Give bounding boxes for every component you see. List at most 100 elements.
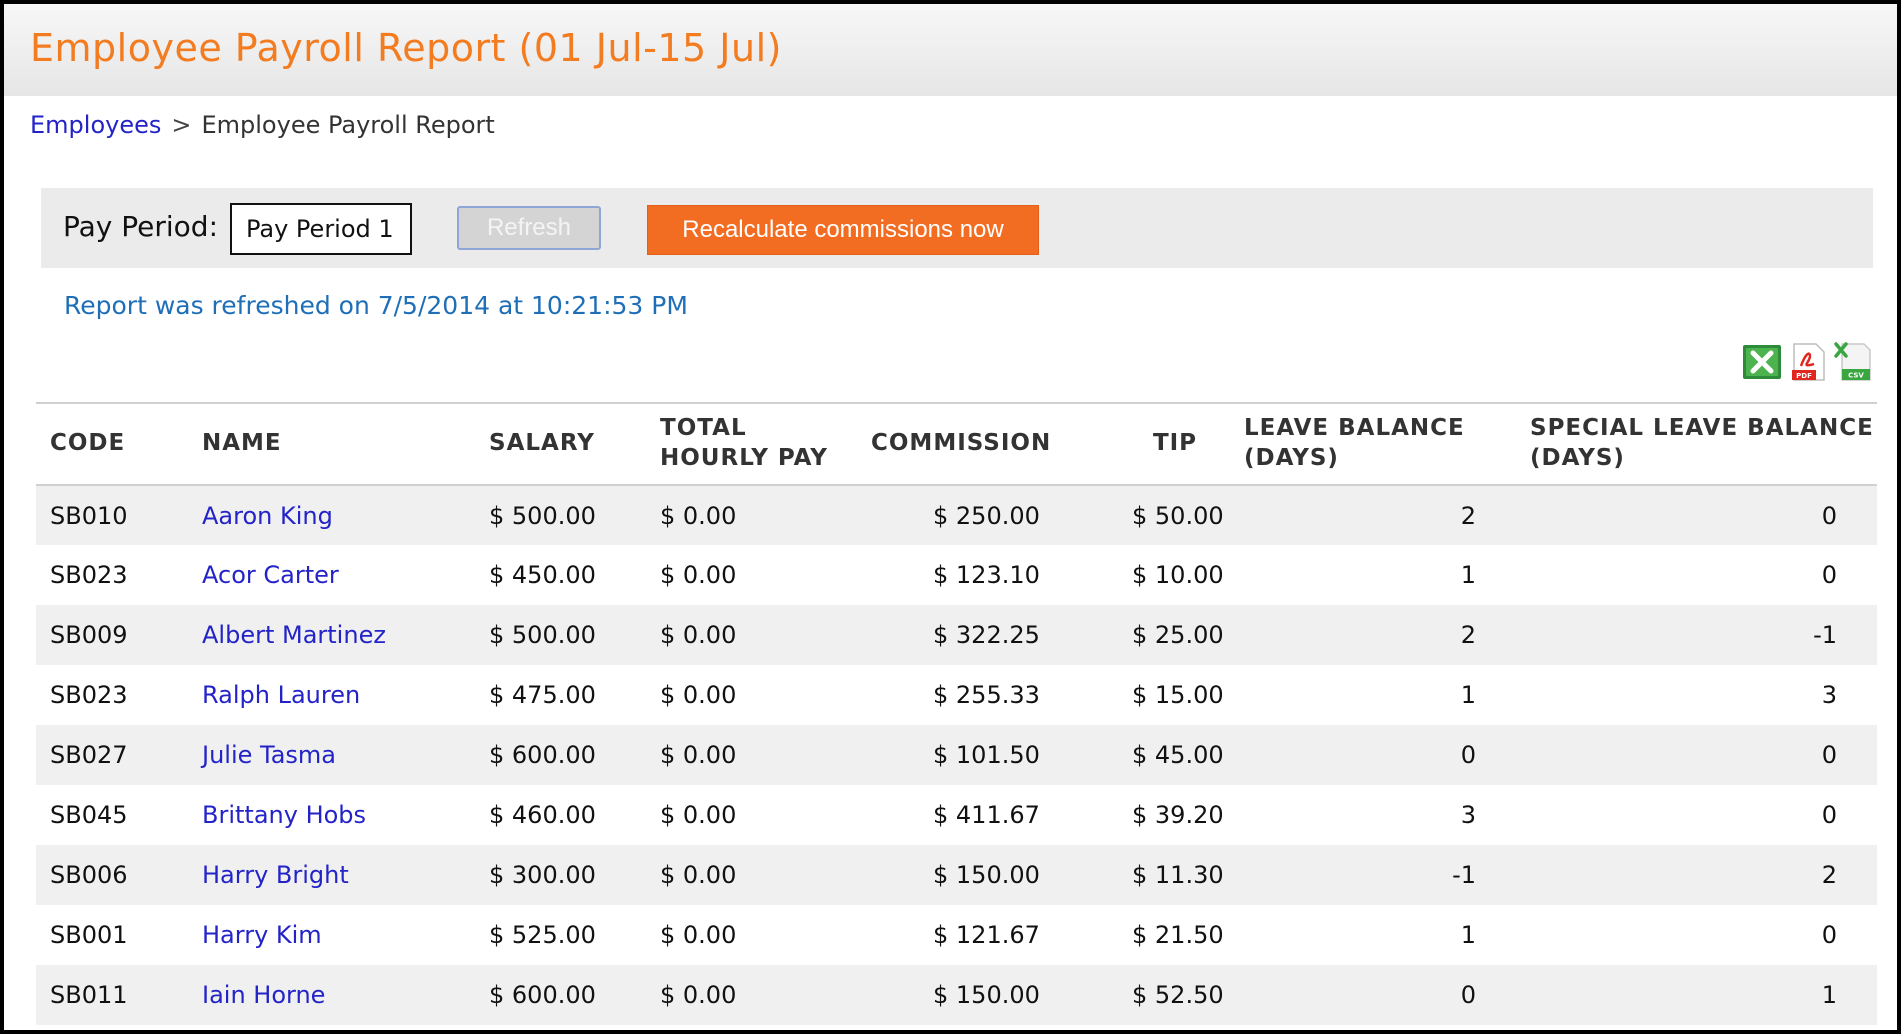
breadcrumb-separator: >: [171, 111, 192, 139]
header-special-leave-balance[interactable]: SPECIAL LEAVE BALANCE (DAYS): [1516, 403, 1877, 485]
cell-salary: $ 475.00: [489, 681, 596, 709]
cell-code: SB023: [50, 681, 128, 709]
cell-commission: $ 150.00: [933, 861, 1040, 889]
table-row: SB006 Harry Bright $ 300.00 $ 0.00 $ 150…: [36, 845, 1877, 905]
cell-hourly: $ 0.00: [660, 621, 737, 649]
header-commission[interactable]: COMMISSION: [857, 403, 1106, 485]
cell-code: SB006: [50, 861, 128, 889]
cell-leave-balance: 0: [1460, 981, 1476, 1009]
cell-commission: $ 123.10: [933, 561, 1040, 589]
title-bar: Employee Payroll Report (01 Jul-15 Jul): [4, 4, 1897, 96]
payroll-table-container: CODE NAME SALARY TOTAL HOURLY PAY COMMISS…: [36, 402, 1877, 1025]
cell-hourly: $ 0.00: [660, 741, 737, 769]
cell-hourly: $ 0.00: [660, 981, 737, 1009]
cell-commission: $ 322.25: [933, 621, 1040, 649]
table-row: SB009 Albert Martinez $ 500.00 $ 0.00 $ …: [36, 605, 1877, 665]
breadcrumb-employees-link[interactable]: Employees: [30, 111, 161, 139]
cell-special-leave: 0: [1821, 801, 1837, 829]
cell-commission: $ 255.33: [933, 681, 1040, 709]
cell-leave-balance: 1: [1460, 561, 1476, 589]
header-code[interactable]: CODE: [36, 403, 188, 485]
cell-hourly: $ 0.00: [660, 921, 737, 949]
cell-tip: $ 15.00: [1132, 681, 1224, 709]
cell-leave-balance: 1: [1460, 921, 1476, 949]
cell-code: SB045: [50, 801, 128, 829]
header-total-hourly-pay[interactable]: TOTAL HOURLY PAY: [646, 403, 857, 485]
breadcrumb: Employees > Employee Payroll Report: [30, 111, 495, 139]
cell-tip: $ 50.00: [1132, 501, 1224, 530]
cell-hourly: $ 0.00: [660, 681, 737, 709]
cell-name: Brittany Hobs: [188, 785, 475, 845]
cell-commission: $ 150.00: [933, 981, 1040, 1009]
cell-leave-balance: 2: [1460, 501, 1476, 530]
cell-tip: $ 39.20: [1132, 801, 1224, 829]
cell-hourly: $ 0.00: [660, 861, 737, 889]
page-title: Employee Payroll Report (01 Jul-15 Jul): [30, 26, 782, 70]
csv-icon[interactable]: CSV: [1834, 342, 1874, 382]
recalculate-commissions-button[interactable]: Recalculate commissions now: [647, 205, 1039, 255]
cell-tip: $ 11.30: [1132, 861, 1224, 889]
table-row: SB001 Harry Kim $ 525.00 $ 0.00 $ 121.67…: [36, 905, 1877, 965]
cell-name: Iain Horne: [188, 965, 475, 1025]
employee-link[interactable]: Acor Carter: [202, 561, 339, 589]
table-row: SB010 Aaron King $ 500.00 $ 0.00 $ 250.0…: [36, 485, 1877, 545]
refresh-button[interactable]: Refresh: [457, 206, 601, 250]
cell-commission: $ 121.67: [933, 921, 1040, 949]
cell-hourly: $ 0.00: [660, 501, 737, 530]
cell-name: Aaron King: [188, 485, 475, 545]
header-special-line2: (DAYS): [1530, 445, 1625, 471]
pdf-icon[interactable]: PDF: [1788, 342, 1828, 382]
pdf-badge: PDF: [1796, 372, 1812, 380]
header-name[interactable]: NAME: [188, 403, 475, 485]
export-icons: PDF CSV: [1742, 342, 1877, 384]
employee-link[interactable]: Iain Horne: [202, 981, 325, 1009]
cell-salary: $ 300.00: [489, 861, 596, 889]
cell-name: Albert Martinez: [188, 605, 475, 665]
employee-link[interactable]: Aaron King: [202, 502, 333, 530]
cell-name: Ralph Lauren: [188, 665, 475, 725]
cell-commission: $ 101.50: [933, 741, 1040, 769]
cell-special-leave: 0: [1821, 921, 1837, 949]
cell-tip: $ 52.50: [1132, 981, 1224, 1009]
cell-salary: $ 600.00: [489, 981, 596, 1009]
employee-link[interactable]: Albert Martinez: [202, 621, 386, 649]
cell-name: Harry Bright: [188, 845, 475, 905]
cell-code: SB011: [50, 981, 128, 1009]
cell-tip: $ 45.00: [1132, 741, 1224, 769]
header-special-line1: SPECIAL LEAVE BALANCE: [1530, 415, 1874, 442]
table-row: SB027 Julie Tasma $ 600.00 $ 0.00 $ 101.…: [36, 725, 1877, 785]
cell-code: SB001: [50, 921, 128, 949]
cell-salary: $ 500.00: [489, 501, 596, 530]
pay-period-input[interactable]: [230, 203, 412, 255]
excel-icon[interactable]: [1742, 342, 1782, 382]
table-row: SB011 Iain Horne $ 600.00 $ 0.00 $ 150.0…: [36, 965, 1877, 1025]
cell-tip: $ 21.50: [1132, 921, 1224, 949]
cell-code: SB010: [50, 501, 128, 530]
employee-link[interactable]: Harry Bright: [202, 861, 349, 889]
cell-salary: $ 525.00: [489, 921, 596, 949]
cell-code: SB023: [50, 561, 128, 589]
employee-link[interactable]: Ralph Lauren: [202, 681, 360, 709]
cell-commission: $ 250.00: [933, 501, 1040, 530]
cell-name: Harry Kim: [188, 905, 475, 965]
header-salary[interactable]: SALARY: [475, 403, 646, 485]
cell-commission: $ 411.67: [933, 801, 1040, 829]
cell-code: SB009: [50, 621, 128, 649]
employee-link[interactable]: Julie Tasma: [202, 741, 336, 769]
refresh-status: Report was refreshed on 7/5/2014 at 10:2…: [64, 291, 688, 320]
employee-link[interactable]: Harry Kim: [202, 921, 322, 949]
breadcrumb-current: Employee Payroll Report: [201, 111, 495, 139]
cell-salary: $ 450.00: [489, 561, 596, 589]
cell-tip: $ 10.00: [1132, 561, 1224, 589]
header-hourly-line1: TOTAL: [660, 415, 747, 442]
cell-special-leave: 0: [1821, 741, 1837, 769]
csv-badge: CSV: [1848, 372, 1864, 380]
cell-leave-balance: 3: [1460, 801, 1476, 829]
cell-hourly: $ 0.00: [660, 561, 737, 589]
header-leave-balance[interactable]: LEAVE BALANCE (DAYS): [1230, 403, 1516, 485]
header-leave-line1: LEAVE BALANCE: [1244, 415, 1465, 442]
header-tip[interactable]: TIP: [1106, 403, 1230, 485]
cell-leave-balance: 0: [1460, 741, 1476, 769]
employee-link[interactable]: Brittany Hobs: [202, 801, 366, 829]
cell-special-leave: 1: [1821, 981, 1837, 1009]
